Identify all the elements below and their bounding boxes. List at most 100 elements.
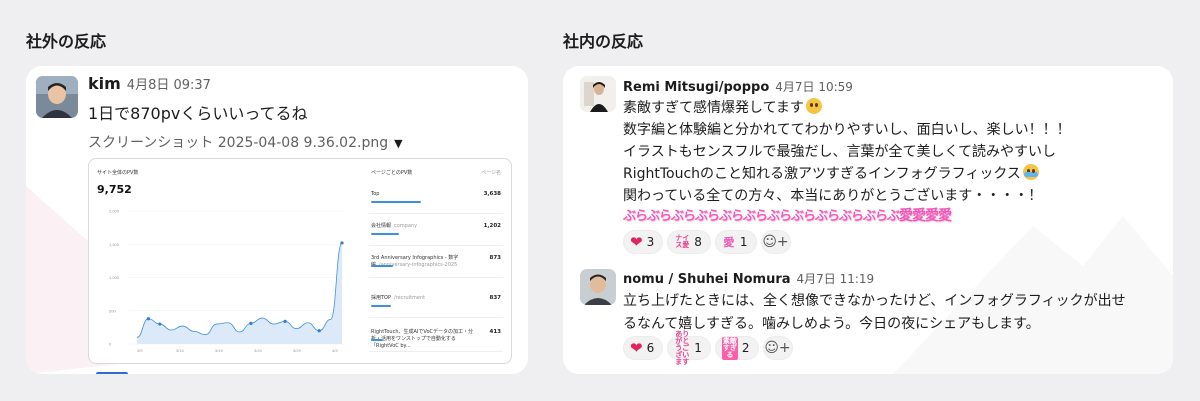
x-tick-label: 3/19 <box>215 348 224 353</box>
too-nice-emoji-icon: 素敵すぎる <box>721 336 738 360</box>
internal-section-title: 社内の反応 <box>563 32 644 51</box>
file-name[interactable]: スクリーンショット 2025-04-08 9.36.02.png <box>88 135 388 151</box>
page-row-title: 採用TOP <box>371 295 392 301</box>
reaction-count: 3 <box>646 235 655 249</box>
reaction-count: 1 <box>694 341 702 355</box>
page-row-bar <box>371 339 383 341</box>
user-name[interactable]: kim <box>88 74 121 93</box>
reaction-count: 1 <box>739 235 748 249</box>
reaction-count: 2 <box>741 341 750 355</box>
reaction-count: 6 <box>646 341 655 355</box>
timestamp[interactable]: 4月8日 09:37 <box>127 78 211 93</box>
page-pv-title: ページごとのPV数 <box>371 170 413 176</box>
row-divider <box>369 351 503 352</box>
y-tick-label: 2,000 <box>109 209 120 214</box>
user-name[interactable]: Remi Mitsugi/poppo <box>623 80 769 95</box>
page-row-bar <box>371 233 399 235</box>
page-row-label[interactable]: 会社情報 company <box>371 223 417 230</box>
thanks-emoji-icon: ありがとうございます <box>675 329 690 366</box>
x-tick-label: 3/24 <box>254 348 263 353</box>
burabura-custom-emoji: ぶらぶらぶらぶらぶらぶらぶらぶらぶらぶらぶらぶ <box>623 209 900 224</box>
page-row-label[interactable]: Top <box>371 191 379 198</box>
data-point[interactable] <box>283 319 287 323</box>
page-row-label[interactable]: RightTouch、生成AIでVoCデータの加工・分析・活用をワンストップで自… <box>371 329 481 350</box>
x-tick-label: 4/3 <box>332 348 338 353</box>
custom-emoji-row: ぶらぶらぶらぶらぶらぶらぶらぶらぶらぶらぶらぶ愛愛愛愛 <box>623 205 952 225</box>
y-tick-label: 0 <box>109 342 112 347</box>
reaction-bar: ❤ 6 ありがとうございます 1 素敵すぎる 2 ☺+ <box>623 330 793 365</box>
nice-love-emoji-icon: ナイス愛 <box>675 234 690 249</box>
data-point[interactable] <box>249 321 253 325</box>
message-line: イラストもセンスフルで最強だし、言葉が全て美しくて読みやすいし <box>623 144 1057 160</box>
screenshot-attachment[interactable]: サイト全体のPV数 9,752 2,000 1,500 1,000 500 0 3/9 3/… <box>88 158 512 364</box>
page-row-bar <box>371 201 421 203</box>
external-section-title: 社外の反応 <box>26 32 107 51</box>
y-tick-label: 1,500 <box>109 242 120 247</box>
timestamp[interactable]: 4月7日 10:59 <box>775 80 853 94</box>
page-row-value: 3,638 <box>483 191 501 197</box>
message-line: 立ち上げたときには、全く想像できなかったけど、インフォグラフィックが出せ <box>623 293 1126 309</box>
message-line: RightTouchのこと知れる激アツすぎるインフォグラフィックス <box>623 163 1039 183</box>
timestamp[interactable]: 4月7日 11:19 <box>797 272 875 286</box>
caret-down-icon[interactable]: ▼ <box>394 137 402 150</box>
message-header: kim 4月8日 09:37 <box>88 74 211 93</box>
reaction-love[interactable]: 愛 1 <box>714 230 757 254</box>
message-line-text: 素敵すぎて感情爆発してます <box>623 100 804 116</box>
reaction-heart[interactable]: ❤ 6 <box>623 336 664 360</box>
page-row-path: company <box>394 223 418 229</box>
message-header: Remi Mitsugi/poppo 4月7日 10:59 <box>623 78 853 95</box>
page-row-path: /recruitment <box>394 295 426 301</box>
message-text: 1日で870pvくらいいってるね <box>88 104 308 123</box>
add-emoji-icon: ☺+ <box>764 340 791 356</box>
user-name[interactable]: nomu / Shuhei Nomura <box>623 272 791 287</box>
page-row-bar <box>371 265 393 267</box>
add-emoji-icon: ☺+ <box>762 234 789 250</box>
data-point[interactable] <box>317 329 321 333</box>
pv-line <box>136 242 343 338</box>
external-reaction-card: kim 4月8日 09:37 1日で870pvくらいいってるね スクリーンショット… <box>26 66 528 374</box>
reaction-thanks[interactable]: ありがとうございます 1 <box>667 330 711 365</box>
message-line: 数字編と体験編と分かれててわかりやすいし、面白いし、楽しい！！！ <box>623 122 1071 138</box>
row-divider <box>369 277 503 278</box>
row-divider <box>369 213 503 214</box>
page-row-value: 837 <box>489 295 501 301</box>
pleading-face-icon <box>805 98 822 114</box>
page-row-title: Top <box>371 191 380 197</box>
reaction-count: 8 <box>694 235 702 249</box>
message-header: nomu / Shuhei Nomura 4月7日 11:19 <box>623 270 874 287</box>
avatar[interactable] <box>580 76 616 112</box>
heart-icon: ❤ <box>630 232 643 251</box>
add-reaction-button[interactable]: ☺+ <box>762 336 793 360</box>
love-custom-emoji: 愛愛愛愛 <box>899 208 952 224</box>
row-divider <box>369 317 503 318</box>
reaction-bar: ❤ 3 ナイス愛 8 愛 1 ☺+ <box>623 230 791 254</box>
page-row-title: 会社情報 <box>371 223 392 229</box>
crying-face-icon <box>1022 164 1039 180</box>
avatar[interactable] <box>580 269 616 305</box>
x-tick-label: 3/29 <box>293 348 302 353</box>
row-divider <box>369 245 503 246</box>
page-row-title: RightTouch、生成AIでVoCデータの加工・分析・活用をワンストップで自… <box>371 329 473 349</box>
love-emoji-icon: 愛 <box>723 235 735 249</box>
add-reaction-button[interactable]: ☺+ <box>760 230 791 254</box>
page-row-bar <box>371 305 391 307</box>
page-row-value: 1,202 <box>483 223 501 229</box>
pv-area-chart: 2,000 1,500 1,000 500 0 3/9 3/14 3/19 3/24 3/29 4/… <box>109 209 344 353</box>
y-tick-label: 1,000 <box>109 275 120 280</box>
x-tick-label: 3/14 <box>176 348 185 353</box>
data-point[interactable] <box>146 317 150 321</box>
reaction-too-nice[interactable]: 素敵すぎる 2 <box>714 336 759 360</box>
page-name-link[interactable]: ページ名 <box>481 169 501 176</box>
message-line: 素敵すぎて感情爆発してます <box>623 97 822 117</box>
avatar[interactable] <box>36 76 78 118</box>
message-line: 関わっている全ての方々、本当にありがとうございます・・・・！ <box>623 188 1043 204</box>
data-point[interactable] <box>158 322 162 326</box>
page-row-label[interactable]: 採用TOP/recruitment <box>371 295 425 302</box>
y-tick-label: 500 <box>109 308 116 313</box>
file-attachment-title[interactable]: スクリーンショット 2025-04-08 9.36.02.png ▼ <box>88 132 403 152</box>
page-row-value: 873 <box>489 255 501 261</box>
reaction-nice-love[interactable]: ナイス愛 8 <box>667 230 711 254</box>
message-line-text: RightTouchのこと知れる激アツすぎるインフォグラフィックス <box>623 166 1021 182</box>
reaction-heart[interactable]: ❤ 3 <box>623 230 664 254</box>
data-point[interactable] <box>340 241 344 245</box>
